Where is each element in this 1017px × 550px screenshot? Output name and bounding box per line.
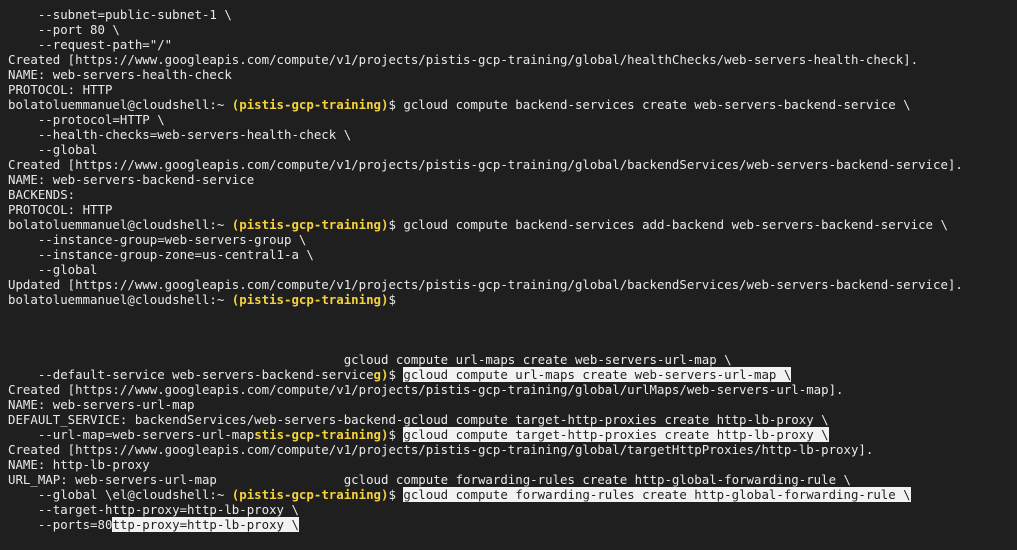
terminal-line: BACKENDS:	[8, 187, 75, 202]
output-text: --instance-group-zone=us-central1-a \	[8, 247, 314, 262]
terminal-line: gcloud compute url-maps create web-serve…	[8, 352, 732, 367]
output-text: --global	[8, 262, 98, 277]
terminal-line: --protocol=HTTP \	[8, 112, 165, 127]
terminal-line: --global \el@cloudshell:~ (pistis-gcp-tr…	[8, 487, 911, 502]
output-text: PROTOCOL: HTTP	[8, 82, 113, 97]
terminal-line: NAME: web-servers-url-map	[8, 397, 195, 412]
terminal-line: Created [https://www.googleapis.com/comp…	[8, 442, 873, 457]
terminal-line: Created [https://www.googleapis.com/comp…	[8, 382, 844, 397]
terminal-line: bolatoluemmanuel@cloudshell:~ (pistis-gc…	[8, 217, 948, 232]
output-text: $	[388, 292, 396, 307]
output-text: --instance-group=web-servers-group \	[8, 232, 307, 247]
output-text: $ gcloud compute backend-services create…	[388, 97, 911, 112]
terminal-line: --global	[8, 262, 98, 277]
prompt-user: bolatoluemmanuel@cloudshell:~	[8, 97, 232, 112]
prompt-project: stis-gcp-training)	[254, 427, 389, 442]
output-text: $	[388, 367, 404, 382]
prompt-project: g)	[373, 367, 389, 382]
output-text: $ gcloud compute backend-services add-ba…	[388, 217, 948, 232]
terminal-line: --default-service web-servers-backend-se…	[8, 367, 792, 382]
terminal-line: NAME: web-servers-health-check	[8, 67, 232, 82]
prompt-project: (pistis-gcp-training)	[231, 292, 389, 307]
terminal-line: bolatoluemmanuel@cloudshell:~ (pistis-gc…	[8, 97, 911, 112]
terminal-line: Created [https://www.googleapis.com/comp…	[8, 157, 963, 172]
output-text: Created [https://www.googleapis.com/comp…	[8, 157, 963, 172]
output-text: NAME: web-servers-url-map	[8, 397, 195, 412]
terminal-line: URL_MAP: web-servers-url-map gcloud comp…	[8, 472, 851, 487]
cloud-shell-terminal[interactable]: --subnet=public-subnet-1 \ --port 80 \ -…	[0, 0, 1017, 550]
prompt-project: (pistis-gcp-training)	[231, 97, 389, 112]
terminal-line: NAME: http-lb-proxy	[8, 457, 150, 472]
terminal-line: --instance-group-zone=us-central1-a \	[8, 247, 314, 262]
prompt-user: bolatoluemmanuel@cloudshell:~	[8, 217, 232, 232]
terminal-line: Updated [https://www.googleapis.com/comp…	[8, 277, 963, 292]
output-text: NAME: web-servers-health-check	[8, 67, 232, 82]
terminal-line: NAME: web-servers-backend-service	[8, 172, 254, 187]
output-text: --global \	[8, 487, 113, 502]
output-text: --subnet=public-subnet-1 \	[8, 7, 232, 22]
terminal-line: --request-path="/"	[8, 37, 172, 52]
output-text: NAME: web-servers-backend-service	[8, 172, 255, 187]
output-text: $	[388, 487, 404, 502]
output-text: --protocol=HTTP \	[8, 112, 165, 127]
terminal-line: Created [https://www.googleapis.com/comp…	[8, 52, 918, 67]
terminal-line: --health-checks=web-servers-health-check…	[8, 127, 351, 142]
terminal-line: bolatoluemmanuel@cloudshell:~ (pistis-gc…	[8, 292, 396, 307]
output-text: $	[388, 427, 404, 442]
output-text: URL_MAP: web-servers-url-map gcloud comp…	[8, 472, 851, 487]
selected-text: gcloud compute url-maps create web-serve…	[403, 367, 792, 382]
selected-text: gcloud compute target-http-proxies creat…	[403, 427, 829, 442]
output-text: Created [https://www.googleapis.com/comp…	[8, 52, 919, 67]
selected-text: ttp-proxy=http-lb-proxy \	[112, 517, 299, 532]
terminal-line: --target-http-proxy=http-lb-proxy \	[8, 502, 299, 517]
terminal-line: --global	[8, 142, 98, 157]
output-text: --ports=80	[8, 517, 113, 532]
terminal-line: --port 80 \	[8, 22, 120, 37]
terminal-line: --ports=80ttp-proxy=http-lb-proxy \	[8, 517, 299, 532]
output-text: NAME: http-lb-proxy	[8, 457, 150, 472]
output-text: gcloud compute url-maps create web-serve…	[8, 352, 732, 367]
terminal-line: PROTOCOL: HTTP	[8, 82, 112, 97]
terminal-line: --subnet=public-subnet-1 \	[8, 7, 232, 22]
output-text: --global	[8, 142, 98, 157]
terminal-line: DEFAULT_SERVICE: backendServices/web-ser…	[8, 412, 829, 427]
output-text: PROTOCOL: HTTP	[8, 202, 113, 217]
prompt-project: (pistis-gcp-training)	[231, 217, 389, 232]
output-text: Created [https://www.googleapis.com/comp…	[8, 382, 844, 397]
output-text: --port 80 \	[8, 22, 120, 37]
prompt-user: bolatoluemmanuel@cloudshell:~	[8, 292, 232, 307]
output-text: --target-http-proxy=http-lb-proxy \	[8, 502, 299, 517]
output-text: Updated [https://www.googleapis.com/comp…	[8, 277, 963, 292]
terminal-line: PROTOCOL: HTTP	[8, 202, 112, 217]
output-text: Created [https://www.googleapis.com/comp…	[8, 442, 874, 457]
prompt-user: el@cloudshell:~	[112, 487, 232, 502]
prompt-project: (pistis-gcp-training)	[231, 487, 389, 502]
terminal-line: --instance-group=web-servers-group \	[8, 232, 307, 247]
output-text: --request-path="/"	[8, 37, 173, 52]
output-text: DEFAULT_SERVICE: backendServices/web-ser…	[8, 412, 829, 427]
output-text: --default-service web-servers-backend-se…	[8, 367, 374, 382]
terminal-line: --url-map=web-servers-url-mapstis-gcp-tr…	[8, 427, 829, 442]
output-text: BACKENDS:	[8, 187, 76, 202]
output-text: --health-checks=web-servers-health-check…	[8, 127, 352, 142]
output-text: --url-map=web-servers-url-map	[8, 427, 255, 442]
selected-text: gcloud compute forwarding-rules create h…	[403, 487, 911, 502]
